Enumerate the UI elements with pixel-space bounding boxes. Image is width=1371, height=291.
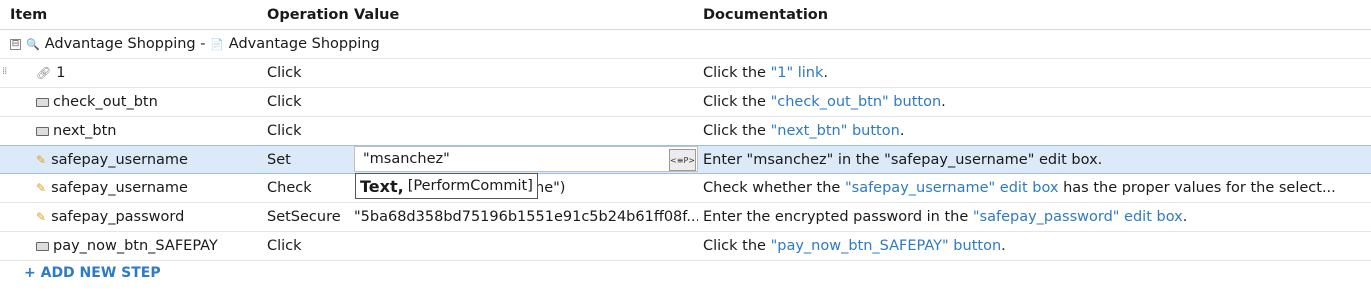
step-value[interactable] (354, 88, 698, 116)
step-value[interactable] (354, 117, 698, 145)
step-item-label: check_out_btn (53, 94, 158, 110)
doc-text: Click the (703, 94, 771, 110)
doc-text-end: . (1001, 238, 1006, 254)
step-item: check_out_btn (36, 88, 286, 116)
doc-text: Click the (703, 65, 771, 81)
step-value[interactable] (354, 59, 698, 87)
add-new-step-button[interactable]: + ADD NEW STEP (24, 265, 161, 281)
step-item: ✎ safepay_username (36, 146, 286, 173)
doc-link[interactable]: "safepay_password" edit box (973, 209, 1183, 225)
drag-handle-icon[interactable]: ⁞⁞ (2, 66, 7, 77)
header-documentation[interactable]: Documentation (703, 0, 1363, 29)
step-row[interactable]: ✎ safepay_password SetSecure "5ba68d358b… (0, 203, 1371, 232)
doc-text-end: has the proper values for the select... (1058, 180, 1336, 196)
value-edit-text[interactable]: "msanchez" (363, 151, 450, 167)
page-icon: 📄 (210, 37, 224, 51)
doc-link[interactable]: "safepay_username" edit box (845, 180, 1059, 196)
header-item[interactable]: Item (10, 0, 260, 29)
step-operation[interactable]: Click (267, 59, 352, 87)
step-operation[interactable]: Set (267, 146, 352, 173)
doc-text-end: . (899, 123, 905, 139)
step-documentation: Enter "msanchez" in the "safepay_usernam… (703, 146, 1363, 173)
step-row[interactable]: next_btn Click Click the "next_btn" butt… (0, 117, 1371, 146)
steps-grid: Item Operation Value Documentation ⊟ 🔍 A… (0, 0, 1371, 291)
step-documentation: Click the "next_btn" button . (703, 117, 1363, 145)
step-documentation: Click the "1" link . (703, 59, 1363, 87)
step-item-label: safepay_username (51, 151, 188, 168)
step-row[interactable]: pay_now_btn_SAFEPAY Click Click the "pay… (0, 232, 1371, 261)
step-documentation: Check whether the "safepay_username" edi… (703, 174, 1363, 202)
step-item-label: safepay_username (51, 180, 188, 196)
step-operation[interactable]: Check (267, 174, 352, 202)
test-object-icon: 🔍 (26, 37, 40, 51)
doc-text: Click the (703, 238, 771, 254)
header-value[interactable]: Value (354, 0, 698, 29)
step-documentation: Enter the encrypted password in the "saf… (703, 203, 1363, 231)
doc-text: Enter the encrypted password in the (703, 209, 973, 225)
edit-icon: ✎ (36, 152, 47, 167)
tooltip-param-name: Text, (360, 176, 404, 196)
step-item-label: safepay_password (51, 209, 185, 225)
step-documentation: Click the "pay_now_btn_SAFEPAY" button . (703, 232, 1363, 260)
value-edit-field[interactable]: "msanchez" <≡P> (354, 146, 698, 172)
step-row[interactable]: ✎ safepay_username Check name") Check wh… (0, 174, 1371, 203)
group-cell: ⊟ 🔍 Advantage Shopping - 📄 Advantage Sho… (10, 30, 610, 58)
group-separator: - (195, 36, 211, 52)
group-test-name: Advantage Shopping (44, 36, 196, 52)
doc-text: Click the (703, 123, 771, 139)
doc-link[interactable]: "1" link (771, 65, 824, 81)
collapse-icon[interactable]: ⊟ (10, 38, 21, 50)
doc-text-end: . (823, 65, 829, 81)
button-icon (36, 241, 49, 251)
step-row[interactable]: check_out_btn Click Click the "check_out… (0, 88, 1371, 117)
header-operation[interactable]: Operation (267, 0, 352, 29)
step-item: 🔗︎ 1 (36, 59, 286, 87)
step-value[interactable]: name") (512, 174, 698, 202)
doc-text: Enter "msanchez" in the "safepay_usernam… (703, 151, 1103, 168)
tooltip-param-rest: [PerformCommit] (407, 178, 533, 194)
button-icon (36, 126, 49, 136)
step-item: pay_now_btn_SAFEPAY (36, 232, 286, 260)
doc-link[interactable]: "next_btn" button (771, 123, 900, 139)
doc-link[interactable]: "check_out_btn" button (771, 94, 942, 110)
step-documentation: Click the "check_out_btn" button . (703, 88, 1363, 116)
doc-text-end: . (1182, 209, 1188, 225)
group-row[interactable]: ⊟ 🔍 Advantage Shopping - 📄 Advantage Sho… (0, 30, 1371, 59)
doc-text: Check whether the (703, 180, 845, 196)
step-item: ✎ safepay_password (36, 203, 286, 231)
doc-text-end: . (941, 94, 946, 110)
step-operation[interactable]: Click (267, 232, 352, 260)
step-value[interactable] (354, 232, 698, 260)
step-item: next_btn (36, 117, 286, 145)
button-icon (36, 97, 49, 107)
step-item-label: 1 (56, 65, 66, 81)
step-item-label: pay_now_btn_SAFEPAY (53, 238, 218, 254)
step-operation[interactable]: SetSecure (267, 203, 352, 231)
group-page-name: Advantage Shopping (228, 36, 380, 52)
step-row[interactable]: ⁞⁞ 🔗︎ 1 Click Click the "1" link . (0, 59, 1371, 88)
edit-icon: ✎ (36, 210, 47, 224)
signature-tooltip: Text, [PerformCommit] (355, 173, 538, 199)
step-operation[interactable]: Click (267, 88, 352, 116)
link-icon: 🔗︎ (36, 66, 52, 80)
step-item-label: next_btn (53, 123, 117, 139)
step-item: ✎ safepay_username (36, 174, 286, 202)
parameter-button[interactable]: <≡P> (669, 149, 696, 171)
step-operation[interactable]: Click (267, 117, 352, 145)
step-value[interactable]: "5ba68d358bd75196b1551e91c5b24b61ff08f..… (354, 203, 698, 231)
doc-link[interactable]: "pay_now_btn_SAFEPAY" button (771, 238, 1002, 254)
grid-header: Item Operation Value Documentation (0, 0, 1371, 30)
edit-icon: ✎ (36, 181, 47, 195)
